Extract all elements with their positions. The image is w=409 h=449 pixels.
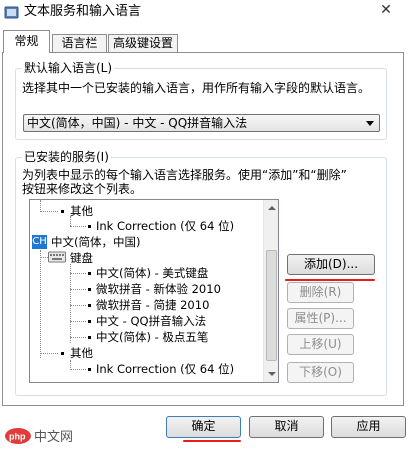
tree-item-keyboard-layout[interactable]: 中文(简体) - 美式键盘: [96, 266, 208, 280]
window-title: 文本服务和输入语言: [24, 4, 142, 19]
tree-bullet: [88, 336, 91, 339]
tree-bullet: [61, 352, 64, 355]
scroll-up-icon[interactable]: [268, 206, 276, 210]
move-down-button[interactable]: 下移(O): [287, 362, 354, 383]
keyboard-icon: [48, 251, 66, 263]
tree-item-keyboard-layout[interactable]: 中文(简体) - 极点五笔: [96, 330, 208, 344]
tree-bullet: [88, 368, 91, 371]
installed-services-description-line2: 按钮来修改这个列表。: [22, 182, 143, 196]
tree-connector: [70, 289, 86, 290]
tree-connector: [70, 337, 86, 338]
tree-connector: [40, 353, 58, 354]
move-up-button[interactable]: 上移(U): [287, 334, 354, 355]
apply-button[interactable]: 应用: [331, 416, 406, 438]
watermark: php 中文网: [4, 426, 84, 446]
tab-general-label: 常规: [14, 34, 39, 48]
default-language-select-value: 中文(简体，中国) - 中文 - QQ拼音输入法: [27, 116, 248, 130]
tree-connector: [40, 211, 58, 212]
dropdown-arrow-icon: [366, 121, 374, 126]
tree-item-other-bottom[interactable]: 其他: [70, 346, 93, 360]
tree-bullet: [61, 210, 64, 213]
installed-services-legend: 已安装的服务(I): [22, 150, 111, 164]
globe-keyboard-icon: [4, 6, 19, 19]
tree-item-ink-correction-top[interactable]: Ink Correction (仅 64 位): [96, 219, 234, 233]
tab-advanced-key-settings[interactable]: 高级键设置: [108, 34, 178, 52]
tree-bullet: [88, 225, 91, 228]
tree-bullet: [88, 304, 91, 307]
tree-connector: [40, 257, 48, 258]
cancel-button[interactable]: 取消: [249, 416, 324, 438]
add-button[interactable]: 添加(D)...: [287, 254, 375, 275]
move-up-button-label: 上移(U): [299, 337, 342, 351]
tree-item-other-top[interactable]: 其他: [70, 204, 93, 218]
tab-advanced-key-settings-label: 高级键设置: [112, 36, 173, 50]
red-underline: [285, 279, 375, 281]
tree-item-ink-correction-bottom[interactable]: Ink Correction (仅 64 位): [96, 362, 234, 376]
tree-connector: [40, 250, 41, 358]
tab-language-bar-label: 语言栏: [61, 36, 98, 50]
tree-connector: [70, 264, 71, 343]
language-badge: CH: [32, 235, 47, 249]
title-bar: 文本服务和输入语言 ✕: [0, 0, 409, 26]
default-language-select[interactable]: 中文(简体，中国) - 中文 - QQ拼音输入法: [23, 114, 380, 132]
properties-button[interactable]: 属性(P)...: [287, 308, 354, 329]
red-underline: [183, 440, 241, 442]
tab-language-bar[interactable]: 语言栏: [52, 34, 107, 52]
tree-bullet: [88, 320, 91, 323]
remove-button-label: 删除(R): [299, 285, 342, 299]
watermark-logo: php 中文网: [5, 428, 73, 445]
close-icon: ✕: [380, 2, 392, 18]
apply-button-label: 应用: [356, 419, 381, 433]
properties-button-label: 属性(P)...: [294, 311, 347, 325]
close-button[interactable]: ✕: [363, 0, 409, 20]
services-tree[interactable]: 其他 Ink Correction (仅 64 位) CH 中文(简体，中国) …: [29, 199, 279, 383]
scrollbar-thumb[interactable]: [266, 250, 277, 361]
tab-strip: 常规 语言栏 高级键设置: [0, 30, 409, 53]
tree-item-keyboard[interactable]: 键盘: [70, 251, 93, 265]
tree-connector: [70, 305, 86, 306]
tree-bullet: [88, 272, 91, 275]
cancel-button-label: 取消: [274, 419, 299, 433]
tree-bullet: [88, 288, 91, 291]
remove-button[interactable]: 删除(R): [287, 282, 354, 303]
tree-item-keyboard-layout[interactable]: 中文 - QQ拼音输入法: [96, 314, 206, 328]
default-language-description: 选择其中一个已安装的输入语言，用作所有输入字段的默认语言。: [22, 81, 371, 95]
tree-connector: [70, 273, 86, 274]
tree-scrollbar[interactable]: [263, 200, 278, 382]
svg-text:中文网: 中文网: [34, 430, 73, 445]
default-language-legend: 默认输入语言(L): [22, 61, 115, 75]
tree-item-keyboard-layout[interactable]: 微软拼音 - 简捷 2010: [96, 298, 209, 312]
tree-item-keyboard-layout[interactable]: 微软拼音 - 新体验 2010: [96, 282, 221, 296]
tree-item-language[interactable]: 中文(简体，中国): [51, 235, 140, 249]
add-button-label: 添加(D)...: [303, 257, 359, 271]
svg-text:php: php: [9, 432, 26, 442]
tab-general[interactable]: 常规: [3, 30, 50, 53]
scroll-down-icon[interactable]: [268, 372, 276, 376]
tree-connector: [70, 226, 86, 227]
tree-connector: [70, 321, 86, 322]
tree-connector: [70, 369, 86, 370]
move-down-button-label: 下移(O): [299, 365, 342, 379]
ok-button[interactable]: 确定: [166, 416, 241, 438]
ok-button-label: 确定: [191, 419, 216, 433]
